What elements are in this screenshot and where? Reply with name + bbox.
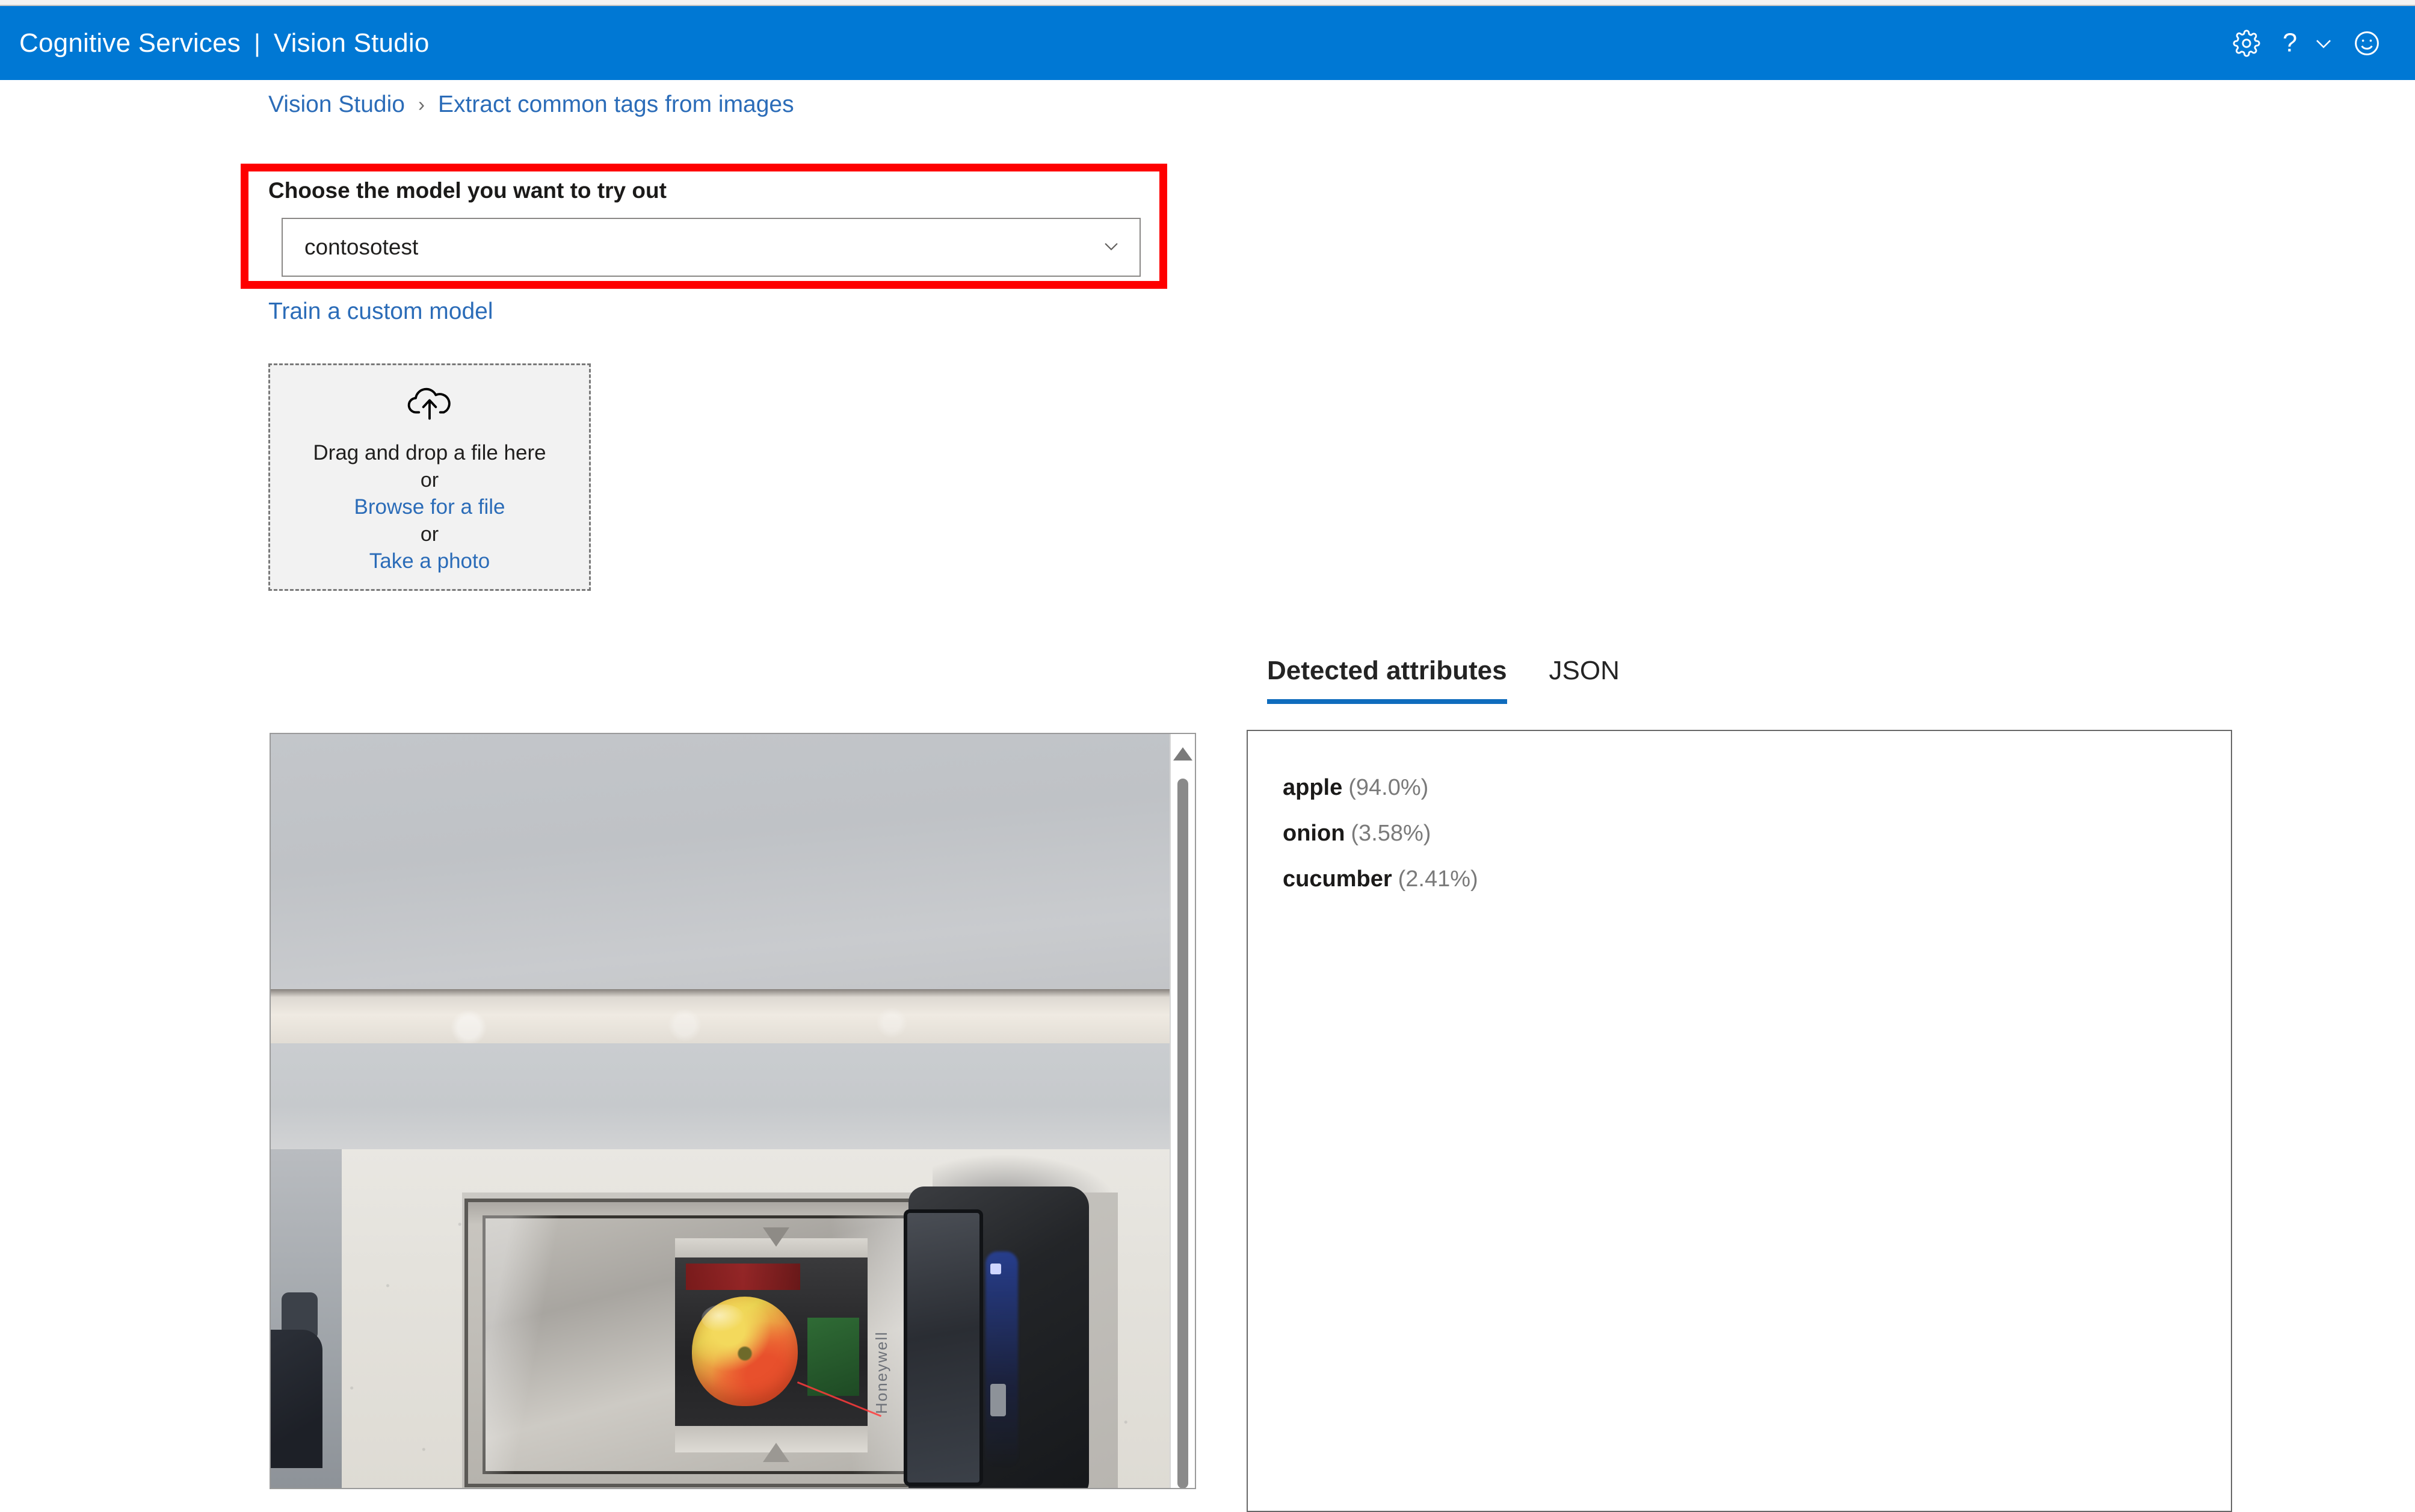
- attribute-name: apple: [1283, 775, 1343, 800]
- take-a-photo-link[interactable]: Take a photo: [369, 548, 490, 575]
- gear-icon[interactable]: [2220, 17, 2273, 70]
- model-chooser-label: Choose the model you want to try out: [268, 178, 667, 203]
- train-custom-model-link[interactable]: Train a custom model: [268, 298, 493, 325]
- brand-secondary: Vision Studio: [273, 28, 430, 58]
- breadcrumb-separator-icon: ›: [418, 93, 425, 116]
- dropzone-or-2: or: [420, 523, 439, 546]
- attribute-score: (2.41%): [1398, 866, 1478, 892]
- photo-shoe: [271, 1330, 322, 1468]
- browse-for-file-link[interactable]: Browse for a file: [354, 493, 505, 521]
- photo-wall-upper: [271, 734, 1171, 999]
- header-brand-group: Cognitive Services | Vision Studio: [0, 6, 430, 80]
- uploaded-photo: Honeywell: [271, 734, 1171, 1488]
- photo-triangle-marker-bottom: [763, 1443, 789, 1462]
- file-dropzone[interactable]: Drag and drop a file here or Browse for …: [268, 363, 591, 591]
- dropzone-or-1: or: [420, 469, 439, 492]
- photo-ledge-highlights: [271, 999, 1171, 1047]
- attribute-score: (94.0%): [1348, 775, 1429, 800]
- chevron-down-icon: [1101, 236, 1121, 259]
- scroll-up-arrow-icon[interactable]: [1173, 747, 1192, 761]
- breadcrumb-item-extract-tags[interactable]: Extract common tags from images: [438, 91, 794, 118]
- attribute-row: cucumber (2.41%): [1283, 856, 2231, 902]
- svg-text:?: ?: [2283, 28, 2297, 57]
- tab-detected-attributes[interactable]: Detected attributes: [1267, 656, 1507, 704]
- scrollbar-thumb[interactable]: [1177, 779, 1188, 1488]
- chevron-down-icon[interactable]: [2307, 17, 2340, 70]
- attribute-name: cucumber: [1283, 866, 1392, 892]
- breadcrumb-item-vision-studio[interactable]: Vision Studio: [268, 91, 405, 118]
- results-tabs: Detected attributes JSON: [1267, 656, 1620, 704]
- photo-apple-highlight: [702, 1304, 745, 1332]
- app-header: Cognitive Services | Vision Studio ?: [0, 6, 2415, 80]
- preview-vertical-scrollbar[interactable]: [1170, 734, 1195, 1488]
- photo-wall-lower: [271, 1043, 1171, 1158]
- attribute-score: (3.58%): [1351, 821, 1431, 846]
- photo-scanner-button: [990, 1384, 1006, 1416]
- brand-primary: Cognitive Services: [19, 28, 241, 58]
- photo-green-board: [807, 1318, 859, 1396]
- question-icon[interactable]: ?: [2273, 17, 2307, 70]
- dropzone-drag-text: Drag and drop a file here: [313, 441, 546, 464]
- browser-chrome-strip: [0, 0, 2415, 6]
- breadcrumb: Vision Studio › Extract common tags from…: [268, 89, 794, 120]
- brand-separator: |: [253, 28, 261, 57]
- tab-json[interactable]: JSON: [1549, 656, 1620, 704]
- smiley-icon[interactable]: [2340, 17, 2393, 70]
- photo-scanner-glass: [904, 1209, 983, 1486]
- model-select-dropdown[interactable]: contosotest: [282, 218, 1141, 277]
- image-preview-pane: Honeywell: [270, 733, 1196, 1489]
- cloud-upload-icon: [406, 386, 453, 426]
- attribute-row: onion (3.58%): [1283, 810, 2231, 856]
- photo-red-label: [686, 1264, 800, 1290]
- photo-triangle-marker-top: [763, 1227, 789, 1247]
- photo-scanner-blue-glow: [985, 1251, 1018, 1468]
- photo-scanner-led: [990, 1264, 1001, 1274]
- photo-brand-text: Honeywell: [872, 1331, 890, 1414]
- header-actions: ?: [2220, 6, 2415, 80]
- attribute-name: onion: [1283, 821, 1345, 846]
- detected-attributes-panel: apple (94.0%) onion (3.58%) cucumber (2.41%…: [1247, 730, 2232, 1512]
- model-select-value: contosotest: [304, 235, 419, 259]
- attribute-row: apple (94.0%): [1283, 765, 2231, 810]
